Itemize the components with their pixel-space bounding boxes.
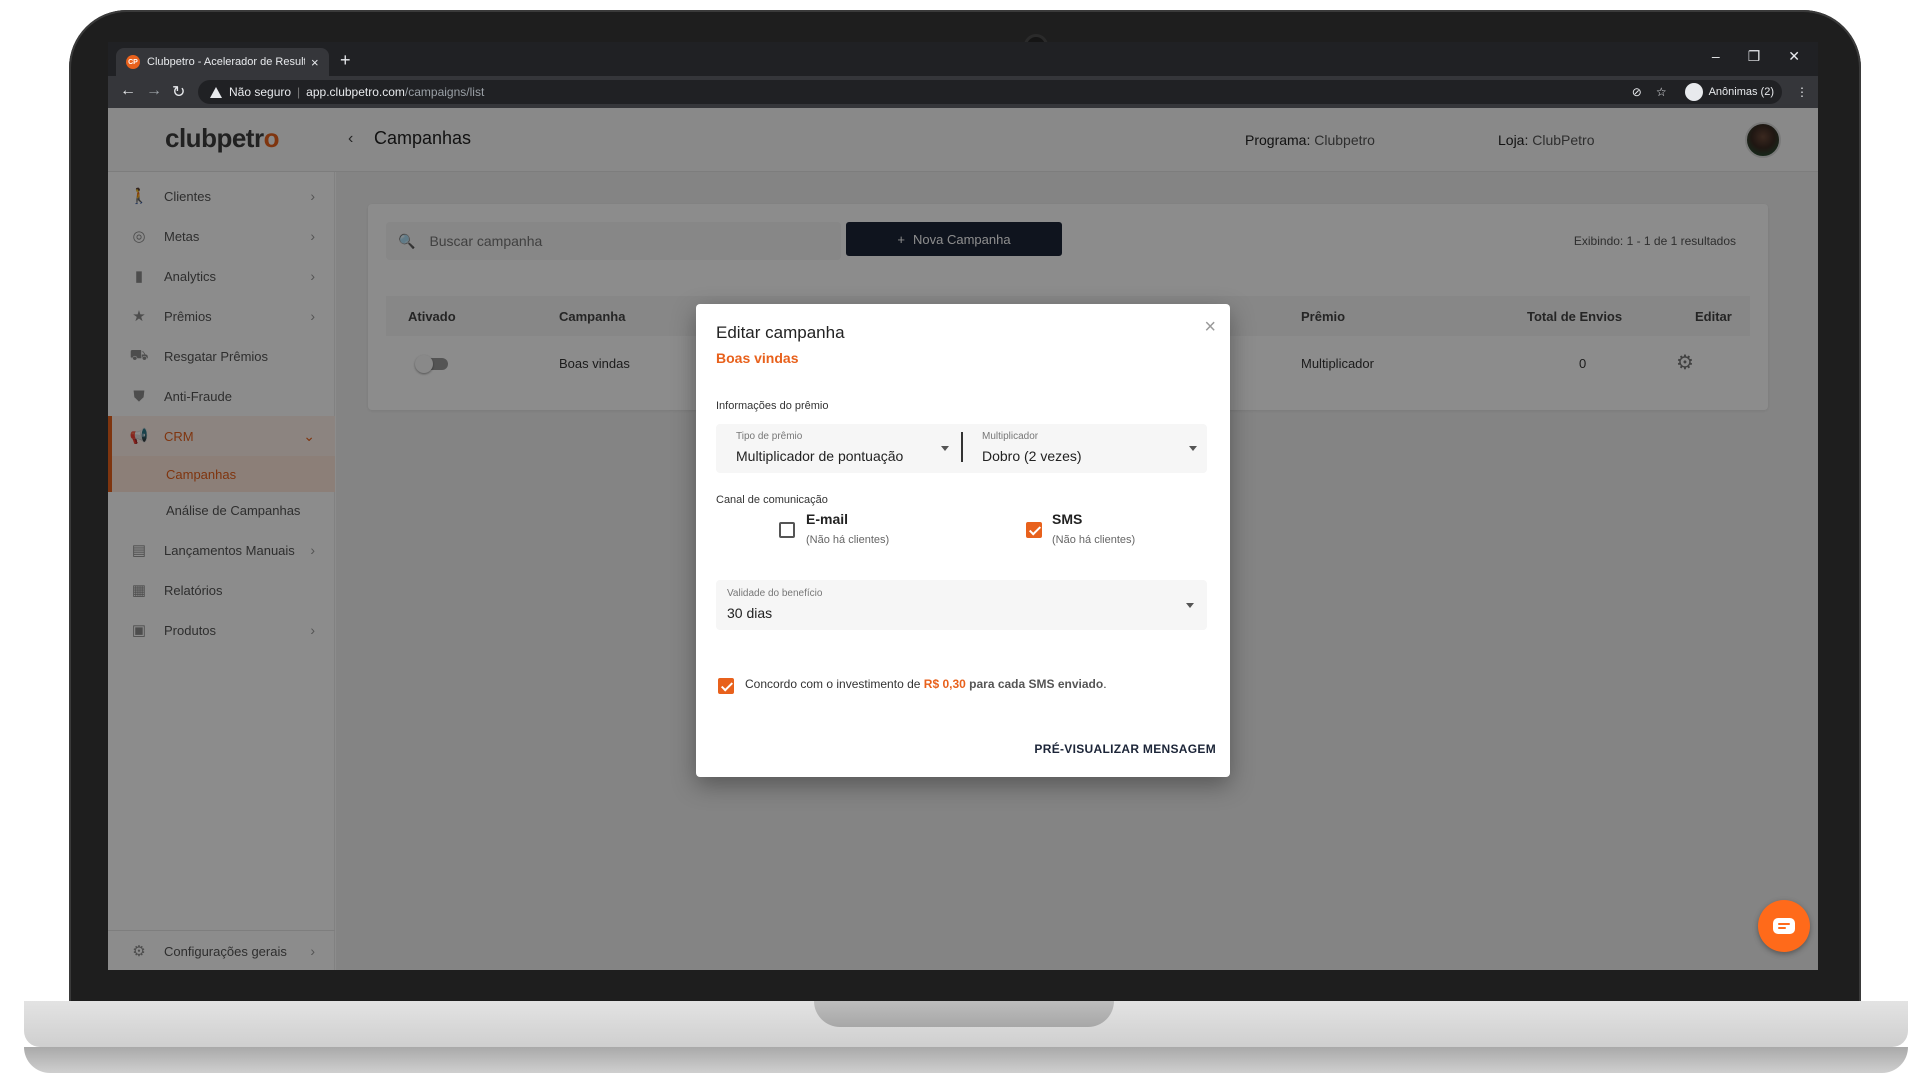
email-checkbox[interactable] — [779, 522, 795, 538]
incognito-icon — [1684, 83, 1703, 101]
prize-selects: Tipo de prêmio Multiplicador de pontuaçã… — [716, 424, 1207, 473]
clubpetro-favicon-icon: CP — [126, 55, 140, 69]
agree-text: Concordo com o investimento de R$ 0,30 p… — [745, 677, 1107, 691]
security-label: Não seguro — [229, 85, 292, 99]
agree-suffix: . — [1103, 677, 1107, 691]
forward-arrow-icon[interactable]: → — [146, 82, 162, 100]
channel-label: Canal de comunicação — [716, 494, 828, 506]
kebab-menu-icon[interactable]: ⋮ — [1796, 85, 1808, 99]
dropdown-caret-icon — [1186, 603, 1194, 608]
multiplier-label: Multiplicador — [982, 431, 1039, 442]
browser-actions: ⊘ ☆ Anônimas (2) ⋮ — [1632, 80, 1808, 104]
sms-note: (Não há clientes) — [1052, 534, 1136, 546]
new-tab-button[interactable]: + — [340, 50, 351, 71]
edit-campaign-dialog: Editar campanha Boas vindas × Informaçõe… — [696, 304, 1230, 777]
reload-icon[interactable]: ↻ — [172, 82, 185, 102]
laptop-base-bottom — [24, 1047, 1908, 1073]
tab-title: Clubpetro - Acelerador de Resultados — [147, 56, 305, 68]
back-arrow-icon[interactable]: ← — [120, 82, 136, 100]
screen: CP Clubpetro - Acelerador de Resultados … — [108, 42, 1818, 970]
laptop-notch — [814, 1001, 1114, 1027]
restore-icon[interactable]: ❐ — [1748, 48, 1761, 65]
validity-label: Validade do benefício — [727, 588, 823, 599]
dialog-title: Editar campanha — [716, 323, 845, 342]
dialog-subtitle: Boas vindas — [716, 350, 799, 366]
multiplier-value: Dobro (2 vezes) — [982, 448, 1082, 464]
chat-button[interactable] — [1758, 900, 1810, 952]
eye-off-icon[interactable]: ⊘ — [1632, 85, 1642, 99]
browser-tab[interactable]: CP Clubpetro - Acelerador de Resultados … — [116, 48, 329, 76]
agree-mid: para cada SMS enviado — [969, 677, 1104, 691]
star-bookmark-icon[interactable]: ☆ — [1656, 85, 1667, 99]
minimize-icon[interactable]: – — [1712, 48, 1720, 65]
incognito-label: Anônimas (2) — [1708, 86, 1774, 98]
email-note: (Não há clientes) — [806, 534, 890, 546]
validity-select[interactable]: Validade do benefício 30 dias — [716, 580, 1207, 630]
agree-prefix: Concordo com o investimento de — [745, 677, 921, 691]
prize-type-select[interactable]: Tipo de prêmio Multiplicador de pontuaçã… — [716, 424, 960, 473]
dropdown-caret-icon — [941, 446, 949, 451]
chat-icon — [1773, 918, 1795, 934]
browser-toolbar: ← → ↻ Não seguro | app.clubpetro.com /ca… — [108, 76, 1818, 108]
url-separator: | — [297, 85, 301, 99]
sms-label: SMS — [1052, 511, 1083, 527]
window-controls: – ❐ ✕ — [1712, 48, 1800, 65]
incognito-badge[interactable]: Anônimas (2) — [1680, 80, 1782, 104]
preview-message-button[interactable]: PRÉ-VISUALIZAR MENSAGEM — [1034, 742, 1216, 756]
dropdown-caret-icon — [1189, 446, 1197, 451]
warning-icon — [210, 86, 222, 98]
prize-type-label: Tipo de prêmio — [736, 431, 803, 442]
address-bar[interactable]: Não seguro | app.clubpetro.com /campaign… — [198, 80, 1718, 104]
email-label: E-mail — [806, 511, 849, 527]
prize-type-value: Multiplicador de pontuação — [736, 448, 904, 464]
tab-close-icon[interactable]: × — [311, 55, 319, 70]
multiplier-select[interactable]: Multiplicador Dobro (2 vezes) — [963, 424, 1207, 473]
url-path: /campaigns/list — [404, 85, 485, 99]
url-domain: app.clubpetro.com — [306, 85, 405, 99]
validity-value: 30 dias — [727, 605, 773, 621]
window-close-icon[interactable]: ✕ — [1788, 48, 1800, 65]
agree-price: R$ 0,30 — [923, 677, 966, 691]
close-icon[interactable]: × — [1204, 316, 1216, 339]
sms-checkbox[interactable] — [1026, 522, 1042, 538]
agree-checkbox[interactable] — [718, 678, 734, 694]
prize-info-label: Informações do prêmio — [716, 400, 829, 412]
browser-tabbar: CP Clubpetro - Acelerador de Resultados … — [108, 42, 1818, 76]
